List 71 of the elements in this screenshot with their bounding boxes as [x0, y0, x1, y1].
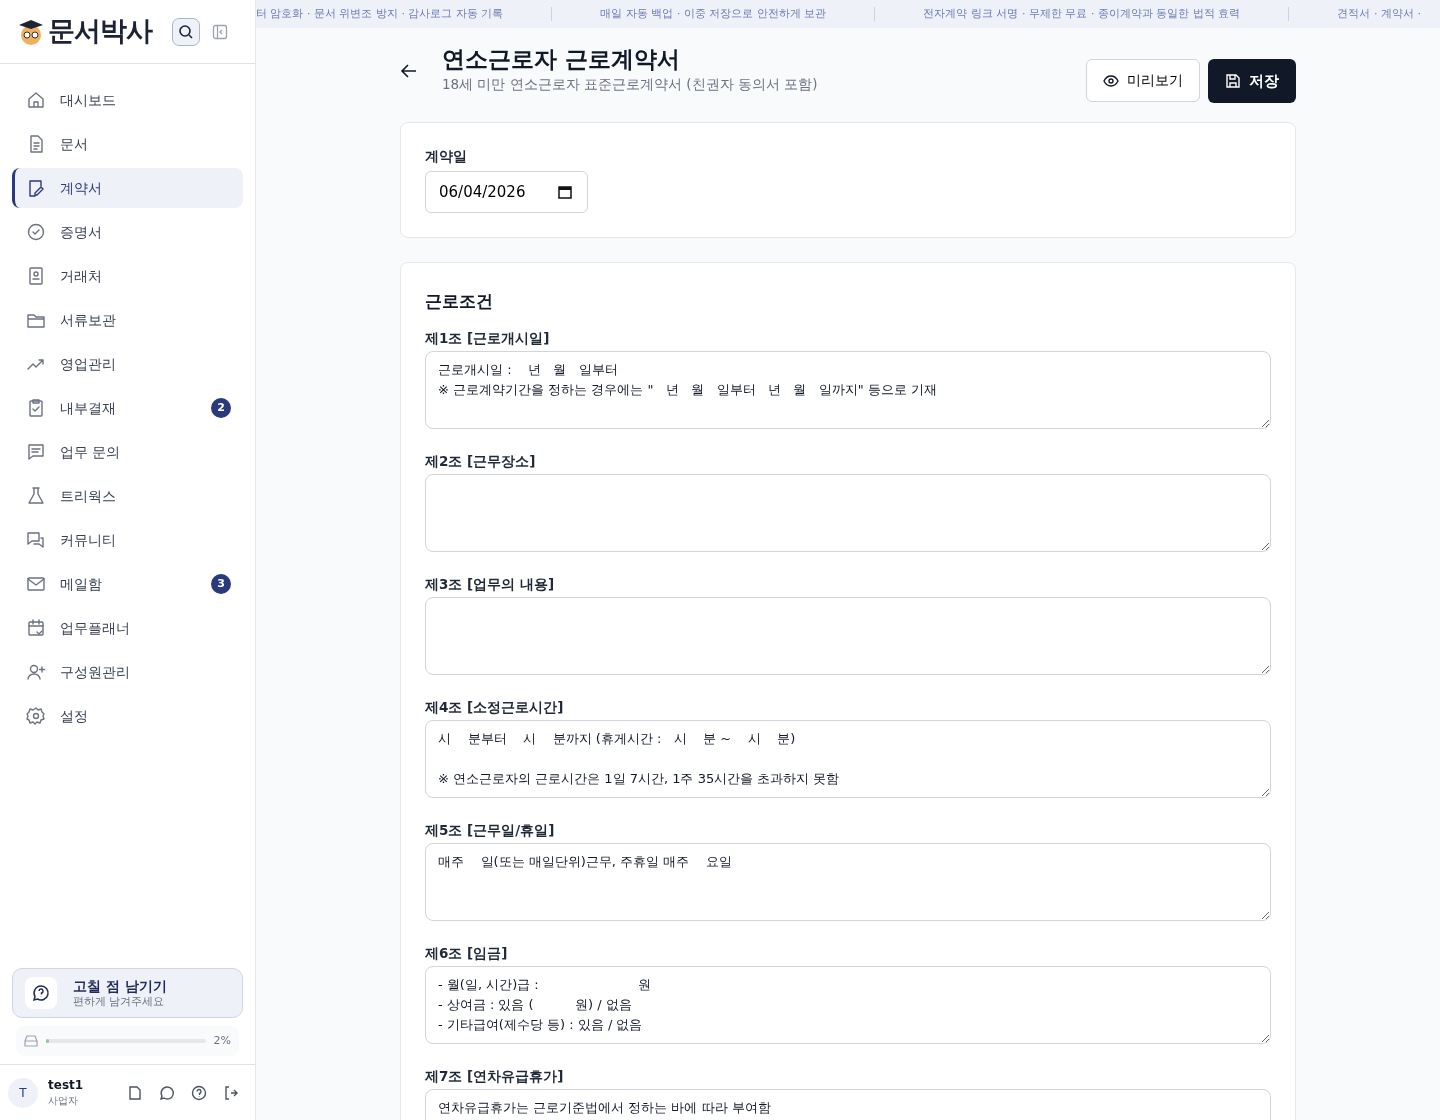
search-icon: [178, 23, 194, 40]
ticker-message: 전자계약 링크 서명 · 무제한 무료 · 종이계약과 동일한 법적 효력: [923, 5, 1241, 22]
brand-name: 문서박사: [48, 14, 152, 49]
sidebar-item[interactable]: 대시보드: [12, 80, 243, 120]
calendar-icon: [26, 618, 46, 638]
sidebar-item[interactable]: 트리웍스: [12, 476, 243, 516]
add-user-icon: [26, 662, 46, 682]
sidebar-item[interactable]: 거래처: [12, 256, 243, 296]
article-textarea[interactable]: 시 분부터 시 분까지 (휴게시간 : 시 분 ~ 시 분) ※ 연소근로자의 근로시간은 1일 7시간, 1주 35시간을 초과하지 못함: [425, 720, 1271, 799]
mail-icon: [26, 574, 46, 594]
ticker-message: 터 암호화 · 문서 위변조 방지 · 감사로그 자동 기록: [256, 5, 504, 22]
article-label: 제2조 [근무장소]: [425, 452, 537, 471]
document-icon[interactable]: [127, 1084, 143, 1101]
chat-icon[interactable]: [159, 1084, 175, 1101]
count-badge: 2: [211, 398, 231, 418]
preview-button[interactable]: 미리보기: [1086, 59, 1200, 102]
article-textarea[interactable]: 근로개시일 : 년 월 일부터 ※ 근로계약기간을 정하는 경우에는 " 년 월 일부터 년 월 일까지" 등으로 기재: [425, 351, 1271, 430]
home-icon: [26, 90, 46, 110]
ticker-message: 매일 자동 백업 · 이중 저장으로 안전하게 보관: [600, 5, 827, 22]
feedback-subtitle: 편하게 남겨주세요: [73, 994, 166, 1009]
section-title: 근로조건: [425, 291, 494, 312]
logout-icon[interactable]: [223, 1084, 239, 1101]
feedback-title: 고칠 점 남기기: [73, 976, 167, 995]
article-textarea[interactable]: 매주 일(또는 매일단위)근무, 주휴일 매주 요일: [425, 843, 1271, 922]
storage-percentage: 2%: [213, 1032, 231, 1049]
sidebar-item[interactable]: 설정: [12, 696, 243, 736]
article-textarea[interactable]: 연차유급휴가는 근로기준법에서 정하는 바에 따라 부여함: [425, 1089, 1271, 1120]
field-label: 계약일: [425, 147, 468, 165]
calendar-icon[interactable]: [558, 185, 572, 199]
edit-document-icon: [26, 178, 46, 198]
sidebar-item[interactable]: 증명서: [12, 212, 243, 252]
storage-icon: [24, 1035, 38, 1047]
sidebar-item[interactable]: 계약서: [12, 168, 243, 208]
save-button[interactable]: 저장: [1208, 59, 1296, 103]
user-name: test1: [48, 1078, 84, 1094]
article-label: 제1조 [근로개시일]: [425, 329, 551, 348]
sidebar-item[interactable]: 내부결재 2: [12, 388, 243, 428]
article-label: 제4조 [소정근로시간]: [425, 698, 565, 717]
count-badge: 3: [211, 574, 231, 594]
sidebar-item[interactable]: 구성원관리: [12, 652, 243, 692]
eye-icon: [1103, 72, 1119, 89]
sidebar-item[interactable]: 업무 문의: [12, 432, 243, 472]
sidebar-item[interactable]: 커뮤니티: [12, 520, 243, 560]
user-avatar: T: [8, 1077, 38, 1108]
contact-book-icon: [26, 266, 46, 286]
flask-icon: [26, 486, 46, 506]
message-icon: [26, 442, 46, 462]
sidebar-item[interactable]: 서류보관: [12, 300, 243, 340]
sidebar-item[interactable]: 영업관리: [12, 344, 243, 384]
clipboard-check-icon: [26, 398, 46, 418]
article-textarea[interactable]: - 월(일, 시간)급 : 원 - 상여금 : 있음 ( 원) / 없음 - 기타급여(제수당 등) : 있음 / 없음: [425, 966, 1271, 1045]
sidebar-item[interactable]: 업무플래너: [12, 608, 243, 648]
settings-icon: [26, 706, 46, 726]
ticker-message: 견적서 · 계약서 ·: [1337, 5, 1421, 22]
sidebar-item[interactable]: 문서: [12, 124, 243, 164]
sidebar-item[interactable]: 메일함 3: [12, 564, 243, 604]
badge-check-icon: [26, 222, 46, 242]
back-arrow-icon[interactable]: [400, 62, 418, 80]
article-label: 제5조 [근무일/휴일]: [425, 821, 556, 840]
help-chat-icon: [32, 983, 50, 1002]
search-button[interactable]: [172, 17, 200, 46]
article-label: 제7조 [연차유급휴가]: [425, 1067, 565, 1086]
page-subtitle: 18세 미만 연소근로자 표준근로계약서 (친권자 동의서 포함): [442, 74, 818, 94]
article-label: 제6조 [임금]: [425, 944, 509, 963]
chat-bubbles-icon: [26, 530, 46, 550]
date-field[interactable]: 06/04/2026: [425, 171, 588, 213]
article-label: 제3조 [업무의 내용]: [425, 575, 556, 594]
feedback-card[interactable]: 고칠 점 남기기 편하게 남겨주세요: [12, 967, 243, 1018]
user-role: 사업자: [48, 1093, 79, 1107]
help-icon[interactable]: [191, 1084, 207, 1101]
page-title: 연소근로자 근로계약서: [442, 46, 681, 74]
